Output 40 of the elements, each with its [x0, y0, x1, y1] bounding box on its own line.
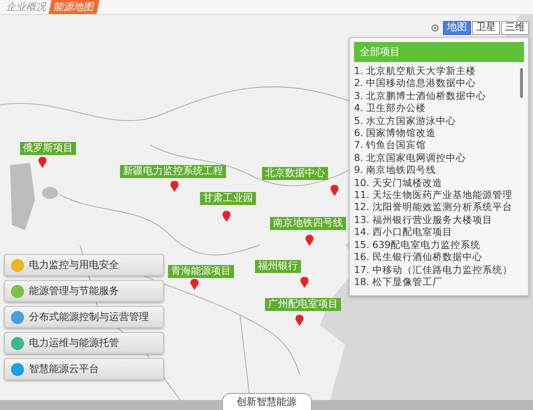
map-pin-icon[interactable] [300, 277, 309, 288]
map-type-tab[interactable]: 地图 [443, 21, 471, 35]
project-item[interactable]: 11. 天坛生物医药产业基地能源管理 [354, 190, 516, 202]
project-item[interactable]: 18. 松下显像管工厂 [354, 276, 516, 290]
project-item[interactable]: 3. 北京鹏博士酒仙桥数据中心 [354, 90, 516, 104]
menu-button[interactable]: 分布式能源控制与运营管理 [4, 306, 164, 328]
project-item[interactable]: 14. 西小口配电室项目 [354, 227, 516, 240]
map-pin-icon[interactable] [330, 185, 339, 196]
map-pin-icon[interactable] [190, 279, 199, 290]
project-item[interactable]: 8. 北京国家电网调控中心 [354, 152, 516, 166]
project-item[interactable]: 9. 南京地铁四号线 [354, 165, 516, 178]
project-item[interactable]: 17. 中移动（汇佳路电力监控系统） [354, 264, 516, 277]
map-badge: 能源地图 [48, 0, 100, 14]
map-pin-icon[interactable] [305, 235, 314, 246]
map-type-tab[interactable]: 卫星 [472, 21, 500, 35]
project-item[interactable]: 15. 639配电室电力监控系统 [354, 240, 516, 252]
menu-button[interactable]: 电力运维与能源托管 [4, 332, 164, 354]
map-pin-icon[interactable] [222, 211, 231, 222]
map-type-tab[interactable]: 三维 [501, 21, 529, 35]
project-item[interactable]: 5. 水立方国家游泳中心 [354, 116, 516, 128]
project-item[interactable]: 4. 卫生部办公楼 [354, 103, 516, 116]
map-pin-icon[interactable] [295, 315, 304, 326]
project-item[interactable]: 16. 民生银行酒仙桥数据中心 [354, 252, 516, 264]
project-item[interactable]: 6. 国家博物馆改造 [354, 128, 516, 140]
panel-title: 全部项目 [354, 42, 524, 62]
project-item[interactable]: 12. 沈阳誉明能效监测分析系统平台 [354, 202, 516, 215]
project-item[interactable]: 7. 钓鱼台国宾馆 [354, 140, 516, 153]
subtitle: 企业概况 [6, 0, 46, 14]
target-icon[interactable] [431, 24, 439, 32]
menu-button[interactable]: 智慧能源云平台 [4, 358, 164, 380]
menu-button[interactable]: 能源管理与节能服务 [4, 280, 164, 302]
map-pin-icon[interactable] [38, 157, 47, 168]
project-item[interactable]: 13. 福州银行营业服务大楼项目 [354, 214, 516, 228]
bottom-tab[interactable]: 创新智慧能源 [222, 393, 312, 410]
project-item[interactable]: 10. 天安门城楼改造 [354, 178, 516, 190]
project-item[interactable]: 2. 中国移动信息港数据中心 [354, 78, 516, 91]
map-pin-icon[interactable] [170, 181, 179, 192]
menu-button[interactable]: 电力监控与用电安全 [4, 254, 164, 276]
scrollbar[interactable] [520, 68, 523, 98]
project-item[interactable]: 1. 北京航空航天大学新主楼 [354, 66, 516, 78]
